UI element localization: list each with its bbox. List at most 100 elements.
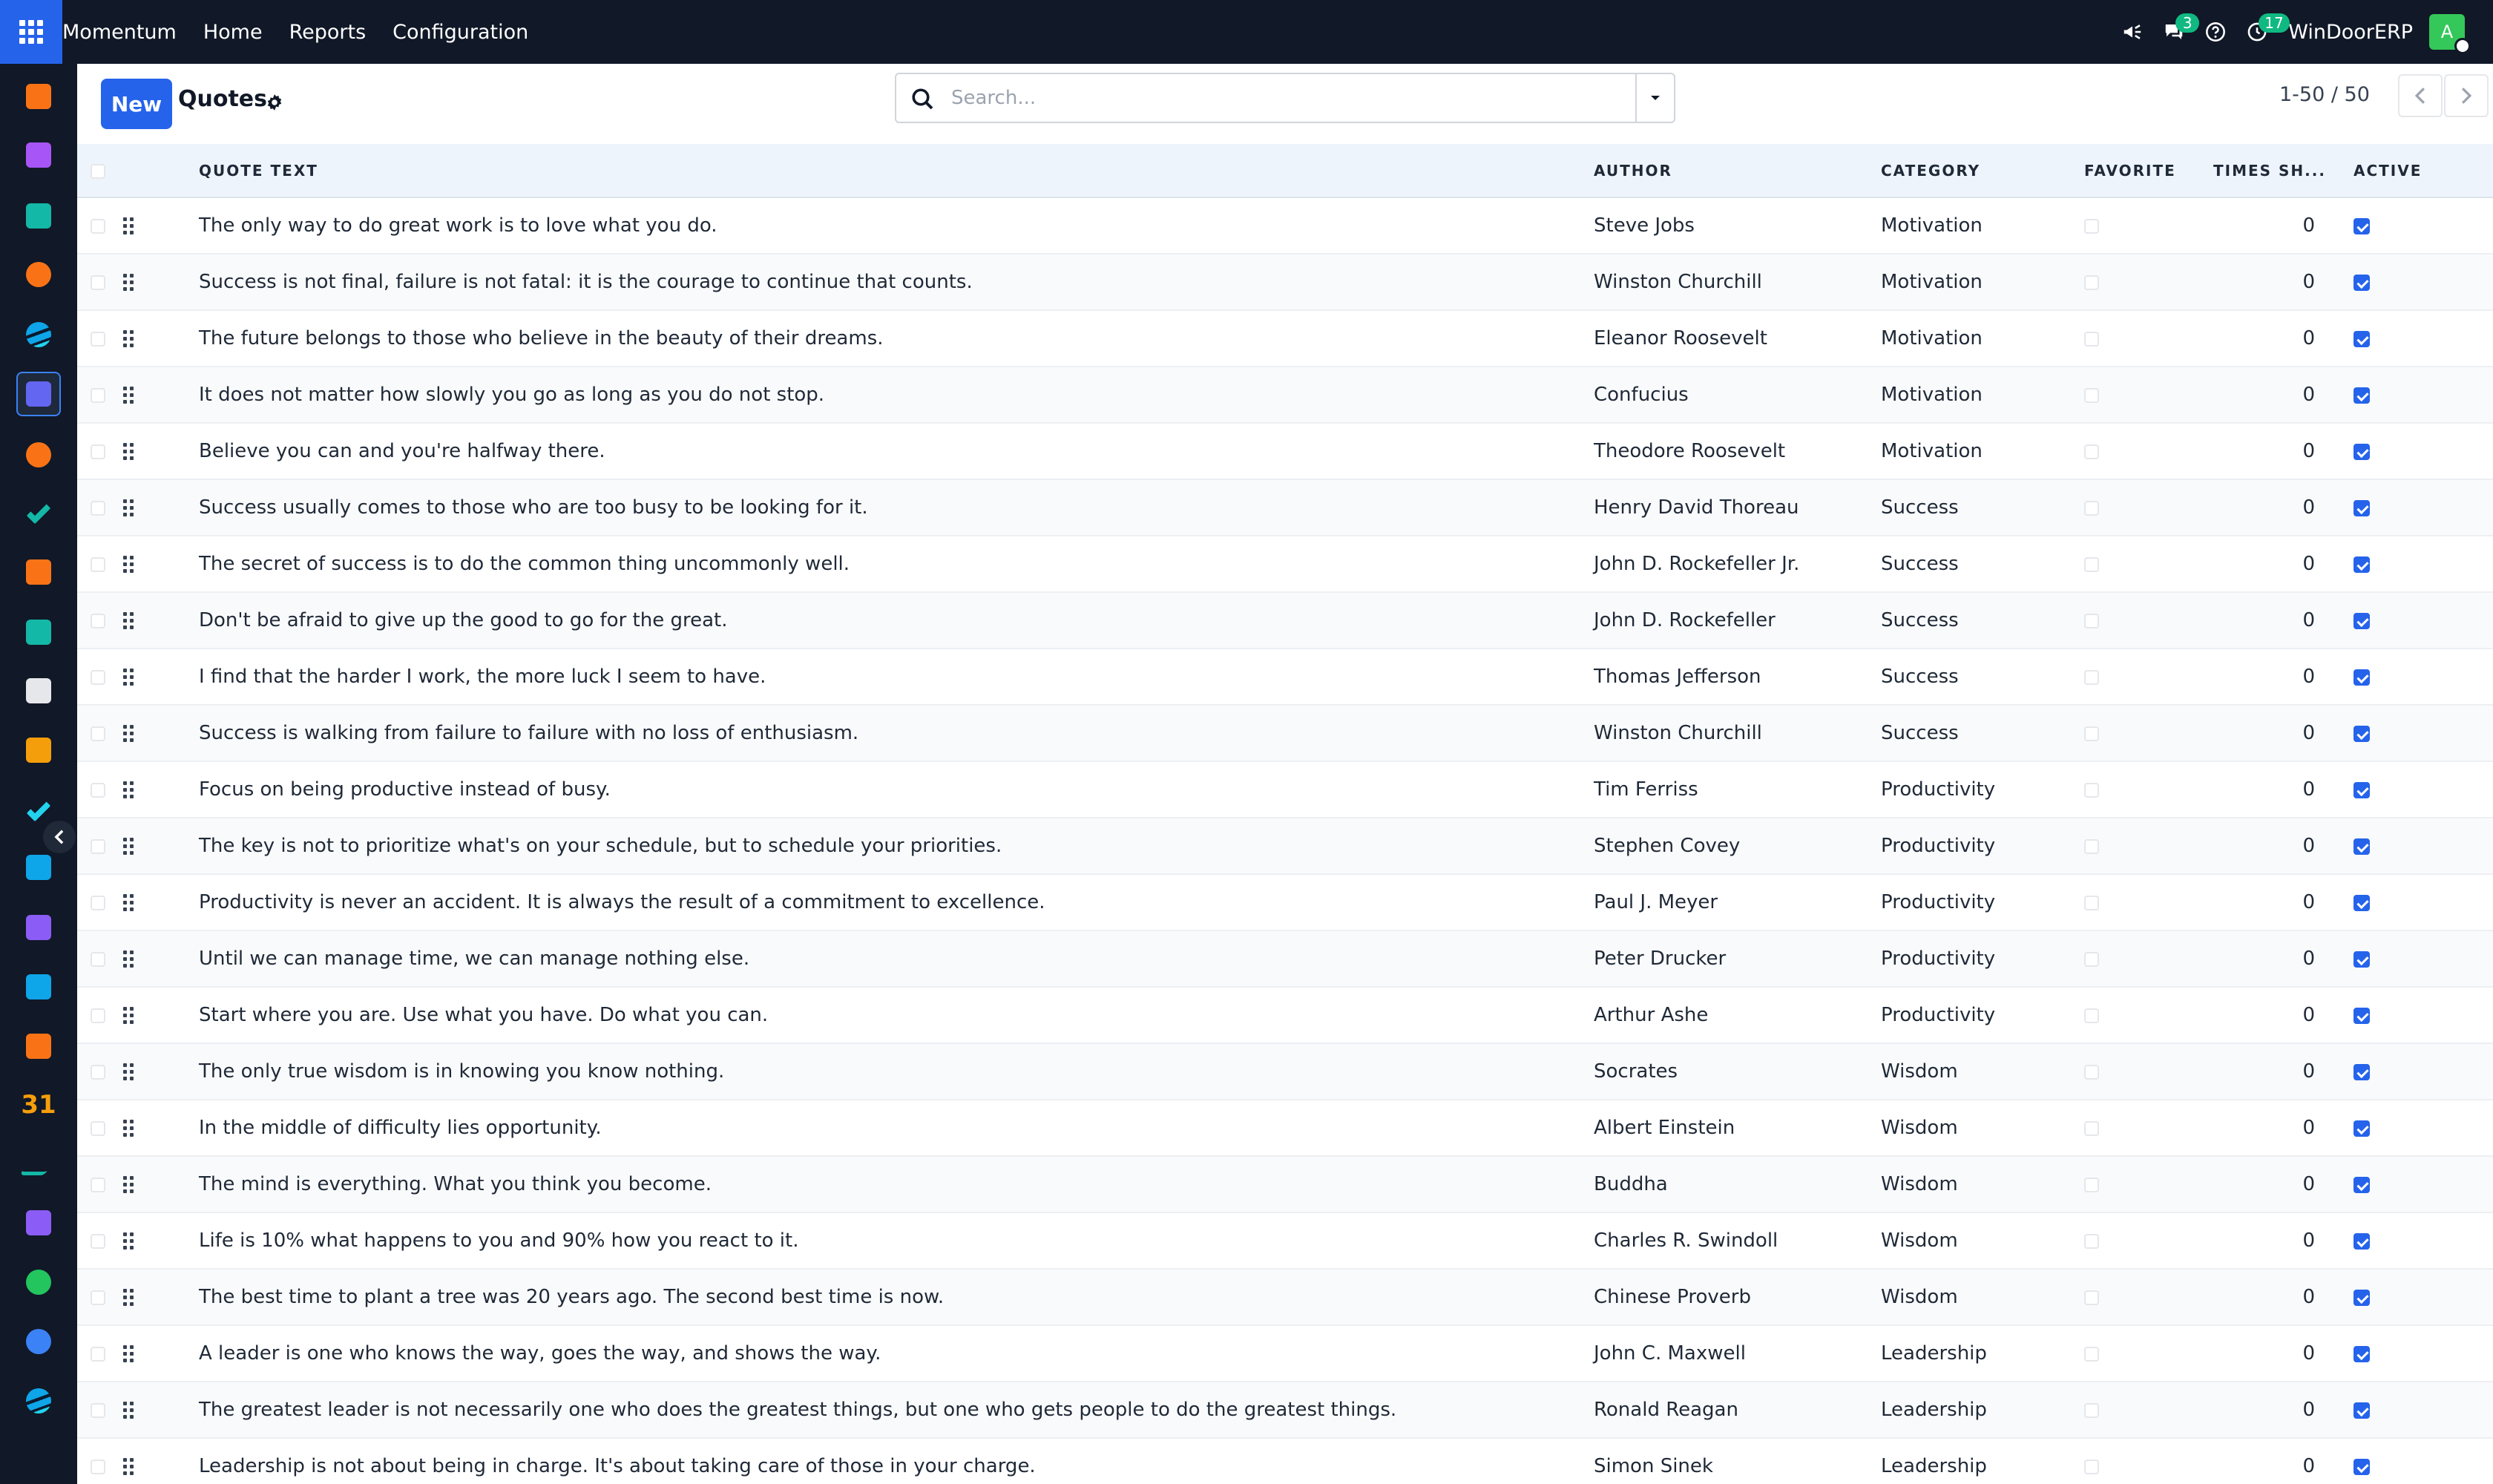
row-select-checkbox[interactable] [91, 838, 105, 854]
category-cell[interactable]: Productivity [1875, 874, 2068, 930]
table-row[interactable]: The only true wisdom is in knowing you k… [77, 1043, 2493, 1100]
category-cell[interactable]: Leadership [1875, 1325, 2068, 1382]
row-select-checkbox[interactable] [91, 444, 105, 459]
author-cell[interactable]: Steve Jobs [1588, 197, 1875, 254]
times-shown-cell[interactable]: 0 [2213, 761, 2345, 818]
table-row[interactable]: The greatest leader is not necessarily o… [77, 1382, 2493, 1438]
drag-handle-icon[interactable] [123, 1288, 138, 1306]
favorite-checkbox[interactable] [2084, 669, 2099, 685]
times-shown-cell[interactable]: 0 [2213, 818, 2345, 874]
row-select-checkbox[interactable] [91, 1177, 105, 1192]
drag-handle-icon[interactable] [123, 1175, 138, 1193]
sidebar-app-22[interactable] [16, 1319, 61, 1364]
table-row[interactable]: Focus on being productive instead of bus… [77, 761, 2493, 818]
row-select-checkbox[interactable] [91, 1064, 105, 1080]
user-avatar[interactable]: A [2429, 14, 2471, 54]
quote-text-cell[interactable]: Success usually comes to those who are t… [193, 479, 1588, 536]
sidebar-app-10[interactable] [16, 610, 61, 654]
search-input[interactable] [951, 80, 1604, 116]
drag-handle-icon[interactable] [123, 950, 138, 968]
pager-value[interactable]: 1-50 / 50 [2279, 83, 2370, 106]
sidebar-app-12[interactable] [16, 728, 61, 772]
times-shown-cell[interactable]: 0 [2213, 1325, 2345, 1382]
active-checkbox[interactable] [2354, 556, 2370, 573]
table-row[interactable]: Don't be afraid to give up the good to g… [77, 592, 2493, 649]
quote-text-cell[interactable]: I find that the harder I work, the more … [193, 649, 1588, 705]
active-checkbox[interactable] [2354, 951, 2370, 968]
drag-handle-icon[interactable] [123, 1063, 138, 1080]
sidebar-app-2[interactable] [16, 133, 61, 177]
row-select-checkbox[interactable] [91, 1459, 105, 1474]
times-shown-cell[interactable]: 0 [2213, 310, 2345, 367]
author-cell[interactable]: Tim Ferriss [1588, 761, 1875, 818]
category-cell[interactable]: Success [1875, 479, 2068, 536]
active-checkbox[interactable] [2354, 1345, 2370, 1362]
row-select-checkbox[interactable] [91, 1008, 105, 1023]
active-checkbox[interactable] [2354, 387, 2370, 404]
category-cell[interactable]: Motivation [1875, 423, 2068, 479]
drag-handle-icon[interactable] [123, 893, 138, 911]
table-row[interactable]: The future belongs to those who believe … [77, 310, 2493, 367]
category-cell[interactable]: Productivity [1875, 818, 2068, 874]
drag-handle-icon[interactable] [123, 329, 138, 347]
favorite-checkbox[interactable] [2084, 1346, 2099, 1362]
category-cell[interactable]: Wisdom [1875, 1043, 2068, 1100]
category-cell[interactable]: Success [1875, 649, 2068, 705]
quote-text-cell[interactable]: The secret of success is to do the commo… [193, 536, 1588, 592]
favorite-checkbox[interactable] [2084, 444, 2099, 459]
category-cell[interactable]: Wisdom [1875, 1100, 2068, 1156]
sidebar-app-17[interactable] [16, 1024, 61, 1068]
times-shown-cell[interactable]: 0 [2213, 1212, 2345, 1269]
column-category[interactable]: CATEGORY [1875, 144, 2068, 198]
drag-handle-icon[interactable] [123, 217, 138, 234]
active-checkbox[interactable] [2354, 274, 2370, 291]
favorite-checkbox[interactable] [2084, 1120, 2099, 1136]
favorite-checkbox[interactable] [2084, 1459, 2099, 1474]
author-cell[interactable]: Confucius [1588, 367, 1875, 423]
author-cell[interactable]: Simon Sinek [1588, 1438, 1875, 1484]
active-checkbox[interactable] [2354, 1289, 2370, 1306]
drag-handle-icon[interactable] [123, 1119, 138, 1137]
app-menu-button[interactable] [0, 0, 62, 64]
table-row[interactable]: Success is not final, failure is not fat… [77, 254, 2493, 310]
row-select-checkbox[interactable] [91, 951, 105, 967]
sidebar-app-19[interactable] [16, 1142, 61, 1186]
drag-handle-icon[interactable] [123, 1457, 138, 1475]
sidebar-app-1[interactable] [16, 74, 61, 119]
favorite-checkbox[interactable] [2084, 1064, 2099, 1080]
active-checkbox[interactable] [2354, 217, 2370, 234]
active-checkbox[interactable] [2354, 1232, 2370, 1250]
author-cell[interactable]: Buddha [1588, 1156, 1875, 1212]
times-shown-cell[interactable]: 0 [2213, 1438, 2345, 1484]
menu-configuration[interactable]: Configuration [379, 21, 542, 44]
table-row[interactable]: The only way to do great work is to love… [77, 197, 2493, 254]
author-cell[interactable]: Socrates [1588, 1043, 1875, 1100]
row-select-checkbox[interactable] [91, 1120, 105, 1136]
author-cell[interactable]: Chinese Proverb [1588, 1269, 1875, 1325]
times-shown-cell[interactable]: 0 [2213, 536, 2345, 592]
sidebar-app-20[interactable] [16, 1201, 61, 1245]
quote-text-cell[interactable]: Start where you are. Use what you have. … [193, 987, 1588, 1043]
times-shown-cell[interactable]: 0 [2213, 1382, 2345, 1438]
category-cell[interactable]: Wisdom [1875, 1156, 2068, 1212]
table-row[interactable]: Until we can manage time, we can manage … [77, 930, 2493, 987]
row-select-checkbox[interactable] [91, 1233, 105, 1249]
sidebar-app-21[interactable] [16, 1260, 61, 1304]
sidebar-app-8[interactable] [16, 490, 61, 534]
table-row[interactable]: I find that the harder I work, the more … [77, 649, 2493, 705]
times-shown-cell[interactable]: 0 [2213, 367, 2345, 423]
quote-text-cell[interactable]: The only true wisdom is in knowing you k… [193, 1043, 1588, 1100]
category-cell[interactable]: Motivation [1875, 367, 2068, 423]
category-cell[interactable]: Productivity [1875, 930, 2068, 987]
sidebar-app-15[interactable] [16, 905, 61, 950]
favorite-checkbox[interactable] [2084, 387, 2099, 403]
favorite-checkbox[interactable] [2084, 1290, 2099, 1305]
category-cell[interactable]: Wisdom [1875, 1269, 2068, 1325]
category-cell[interactable]: Success [1875, 705, 2068, 761]
times-shown-cell[interactable]: 0 [2213, 987, 2345, 1043]
author-cell[interactable]: Theodore Roosevelt [1588, 423, 1875, 479]
table-row[interactable]: Productivity is never an accident. It is… [77, 874, 2493, 930]
drag-handle-icon[interactable] [123, 781, 138, 798]
drag-handle-icon[interactable] [123, 555, 138, 573]
times-shown-cell[interactable]: 0 [2213, 649, 2345, 705]
